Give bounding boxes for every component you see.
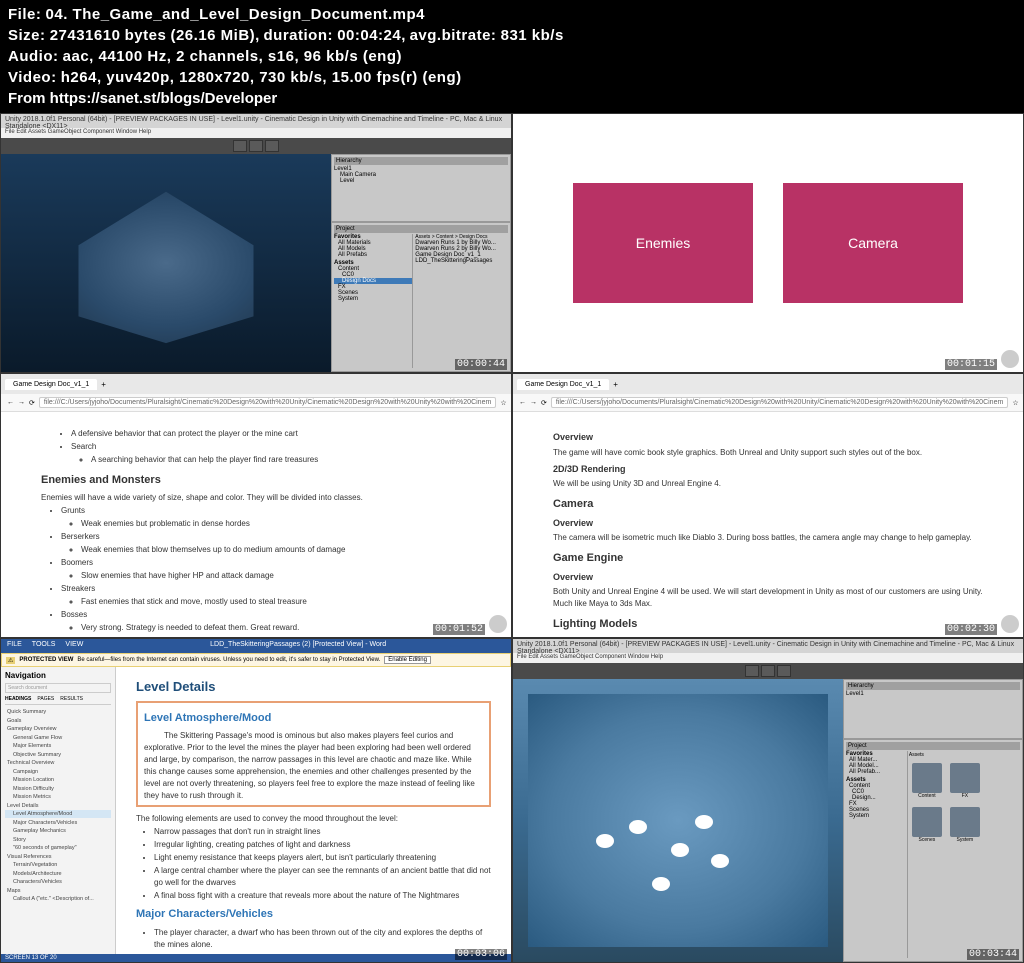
- step-button[interactable]: [777, 665, 791, 677]
- nav-item[interactable]: Level Details: [5, 802, 111, 810]
- address-bar[interactable]: file:///C:/Users/jyjoho/Documents/Plural…: [551, 397, 1008, 408]
- thumbnail-browser-doc1: Game Design Doc_v1_1 + ← → ⟳ file:///C:/…: [0, 373, 512, 638]
- nav-tab-results[interactable]: RESULTS: [60, 696, 83, 702]
- address-bar[interactable]: file:///C:/Users/jyjoho/Documents/Plural…: [39, 397, 496, 408]
- tab-tools[interactable]: TOOLS: [32, 641, 56, 651]
- nav-item[interactable]: Campaign: [5, 768, 111, 776]
- folder-icon[interactable]: [950, 763, 980, 793]
- nav-tab-pages[interactable]: PAGES: [37, 696, 54, 702]
- nav-item[interactable]: Goals: [5, 717, 111, 725]
- thumbnail-word: FILE TOOLS VIEW LDD_TheSkitteringPassage…: [0, 638, 512, 963]
- folder-icon[interactable]: [950, 807, 980, 837]
- timestamp: 00:01:15: [945, 359, 997, 370]
- nav-item[interactable]: Objective Summary: [5, 751, 111, 759]
- nav-item[interactable]: Gameplay Overview: [5, 725, 111, 733]
- timestamp: 00:01:52: [433, 624, 485, 635]
- filename: 04. The_Game_and_Level_Design_Document.m…: [46, 6, 425, 23]
- heading-engine: Game Engine: [553, 550, 983, 567]
- browser-tab[interactable]: Game Design Doc_v1_1: [5, 379, 97, 390]
- tab-bar: Game Design Doc_v1_1 +: [513, 374, 1023, 394]
- nav-item[interactable]: Major Elements: [5, 742, 111, 750]
- nav-item[interactable]: Story: [5, 836, 111, 844]
- refresh-icon[interactable]: ⟳: [29, 399, 35, 407]
- back-icon[interactable]: ←: [7, 399, 14, 406]
- play-icon: [1001, 615, 1019, 633]
- nav-item[interactable]: Mission Metrics: [5, 793, 111, 801]
- heading-atmosphere: Level Atmosphere/Mood: [144, 710, 483, 727]
- window-title: Unity 2018.1.0f1 Personal (64bit) - [PRE…: [513, 639, 1023, 653]
- browser-tab[interactable]: Game Design Doc_v1_1: [517, 379, 609, 390]
- menu-bar[interactable]: File Edit Assets GameObject Component Wi…: [1, 128, 511, 138]
- nav-item[interactable]: Gameplay Mechanics: [5, 827, 111, 835]
- play-button[interactable]: [233, 140, 247, 152]
- tab-bar: Game Design Doc_v1_1 +: [1, 374, 511, 394]
- tab-view[interactable]: VIEW: [65, 641, 83, 651]
- toolbar: [1, 138, 511, 154]
- forward-icon[interactable]: →: [530, 399, 537, 406]
- nav-item[interactable]: Models/Architecture: [5, 870, 111, 878]
- project-tab[interactable]: Project: [846, 742, 1020, 750]
- hierarchy-tab[interactable]: Hierarchy: [334, 157, 508, 165]
- nav-item[interactable]: Mission Difficulty: [5, 785, 111, 793]
- navigation-pane: Navigation Search document HEADINGS PAGE…: [1, 667, 116, 960]
- nav-item[interactable]: General Game Flow: [5, 734, 111, 742]
- play-icon: [1001, 350, 1019, 368]
- slide-camera: Camera: [783, 183, 963, 303]
- menu-bar[interactable]: File Edit Assets GameObject Component Wi…: [513, 653, 1023, 663]
- timestamp: 00:02:30: [945, 624, 997, 635]
- nav-item[interactable]: Quick Summary: [5, 708, 111, 716]
- game-view[interactable]: [1, 154, 331, 372]
- pause-button[interactable]: [761, 665, 775, 677]
- nav-item[interactable]: Characters/Vehicles: [5, 878, 111, 886]
- thumbnail-unity-scene: Unity 2018.1.0f1 Personal (64bit) - [PRE…: [512, 638, 1024, 963]
- hierarchy-item[interactable]: Level: [334, 178, 508, 184]
- pause-button[interactable]: [249, 140, 263, 152]
- thumbnail-browser-doc2: Game Design Doc_v1_1 + ← → ⟳ file:///C:/…: [512, 373, 1024, 638]
- slide-enemies: Enemies: [573, 183, 753, 303]
- star-icon[interactable]: ☆: [500, 399, 506, 407]
- nav-item[interactable]: Mission Location: [5, 776, 111, 784]
- star-icon[interactable]: ☆: [1012, 399, 1018, 407]
- heading-characters: Major Characters/Vehicles: [136, 906, 491, 923]
- heading-enemies: Enemies and Monsters: [41, 472, 471, 489]
- play-button[interactable]: [745, 665, 759, 677]
- timestamp: 00:03:44: [967, 949, 1019, 960]
- heading-lighting: Lighting Models: [553, 616, 983, 633]
- project-tab[interactable]: Project: [334, 225, 508, 233]
- thumbnail-unity-editor: Unity 2018.1.0f1 Personal (64bit) - [PRE…: [0, 113, 512, 373]
- window-title: Unity 2018.1.0f1 Personal (64bit) - [PRE…: [1, 114, 511, 128]
- toolbar: [513, 663, 1023, 679]
- forward-icon[interactable]: →: [18, 399, 25, 406]
- nav-item[interactable]: Callout A ("etc." <Description of...: [5, 895, 111, 903]
- timestamp: 00:03:06: [455, 949, 507, 960]
- enable-editing-button[interactable]: Enable Editing: [384, 656, 431, 664]
- step-button[interactable]: [265, 140, 279, 152]
- nav-item[interactable]: Terrain/Vegetation: [5, 861, 111, 869]
- play-icon: [489, 615, 507, 633]
- timestamp: 00:00:44: [455, 359, 507, 370]
- tab-file[interactable]: FILE: [7, 641, 22, 651]
- doc-title: LDD_TheSkitteringPassages (2) [Protected…: [87, 641, 509, 651]
- scene-view[interactable]: [513, 679, 843, 962]
- nav-item[interactable]: "60 seconds of gameplay": [5, 844, 111, 852]
- back-icon[interactable]: ←: [519, 399, 526, 406]
- heading-camera: Camera: [553, 496, 983, 513]
- status-bar: SCREEN 13 OF 20: [1, 954, 511, 962]
- folder-icon[interactable]: [912, 807, 942, 837]
- heading-level-details: Level Details: [136, 677, 491, 697]
- nav-item[interactable]: Level Atmosphere/Mood: [5, 810, 111, 818]
- folder-icon[interactable]: [912, 763, 942, 793]
- nav-item[interactable]: Major Characters/Vehicles: [5, 819, 111, 827]
- refresh-icon[interactable]: ⟳: [541, 399, 547, 407]
- hierarchy-tab[interactable]: Hierarchy: [846, 682, 1020, 690]
- nav-item[interactable]: Maps: [5, 887, 111, 895]
- thumbnail-slides: Enemies Camera 00:01:15: [512, 113, 1024, 373]
- search-input[interactable]: Search document: [5, 683, 111, 693]
- media-info-header: File: 04. The_Game_and_Level_Design_Docu…: [0, 0, 1024, 113]
- nav-tab-headings[interactable]: HEADINGS: [5, 696, 31, 702]
- nav-item[interactable]: Technical Overview: [5, 759, 111, 767]
- nav-item[interactable]: Visual References: [5, 853, 111, 861]
